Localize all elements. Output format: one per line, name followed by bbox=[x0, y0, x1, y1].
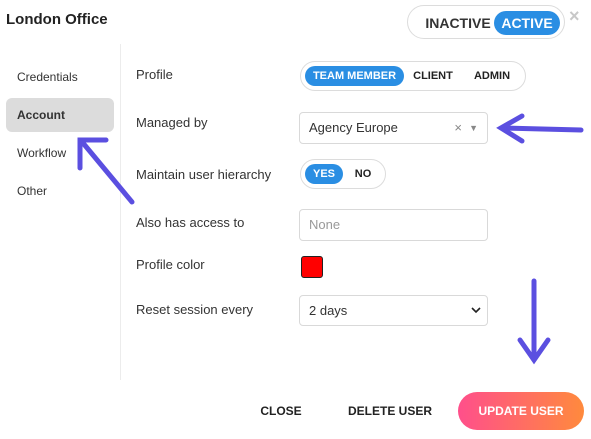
profile-option-client[interactable]: CLIENT bbox=[407, 66, 459, 86]
sidebar: Credentials Account Workflow Other bbox=[0, 44, 121, 380]
session-select[interactable]: 2 days bbox=[299, 295, 488, 326]
managed-by-label: Managed by bbox=[136, 115, 208, 130]
profile-option-team-member[interactable]: TEAM MEMBER bbox=[305, 66, 404, 86]
access-label: Also has access to bbox=[136, 215, 245, 230]
page-title: London Office bbox=[6, 11, 108, 28]
sidebar-item-workflow[interactable]: Workflow bbox=[6, 136, 114, 170]
sidebar-item-account[interactable]: Account bbox=[6, 98, 114, 132]
clear-icon[interactable]: × bbox=[454, 113, 462, 143]
caret-down-icon[interactable]: ▼ bbox=[469, 113, 478, 143]
status-inactive-option[interactable]: INACTIVE bbox=[416, 11, 500, 35]
dialog-header: London Office INACTIVE ACTIVE × bbox=[0, 0, 591, 44]
hierarchy-option-yes[interactable]: YES bbox=[305, 164, 343, 184]
profile-label: Profile bbox=[136, 67, 173, 82]
status-active-option[interactable]: ACTIVE bbox=[494, 11, 560, 35]
close-button[interactable]: CLOSE bbox=[258, 404, 304, 418]
hierarchy-option-no[interactable]: NO bbox=[345, 164, 381, 184]
managed-by-select[interactable]: Agency Europe × ▼ bbox=[299, 112, 488, 144]
status-toggle[interactable]: INACTIVE ACTIVE bbox=[407, 5, 565, 39]
profile-color-swatch[interactable] bbox=[301, 256, 323, 278]
access-placeholder: None bbox=[309, 217, 341, 232]
access-input[interactable]: None bbox=[299, 209, 488, 241]
sidebar-item-credentials[interactable]: Credentials bbox=[6, 60, 114, 94]
delete-user-button[interactable]: DELETE USER bbox=[346, 404, 434, 418]
profile-option-admin[interactable]: ADMIN bbox=[463, 66, 521, 86]
update-user-button[interactable]: UPDATE USER bbox=[458, 392, 584, 430]
color-label: Profile color bbox=[136, 257, 205, 272]
managed-by-value: Agency Europe bbox=[309, 120, 398, 135]
sidebar-item-other[interactable]: Other bbox=[6, 174, 114, 208]
session-value: 2 days bbox=[309, 303, 348, 318]
hierarchy-label: Maintain user hierarchy bbox=[136, 167, 272, 182]
chevron-down-icon bbox=[471, 307, 481, 314]
account-form: Profile TEAM MEMBER CLIENT ADMIN Managed… bbox=[121, 44, 591, 380]
close-icon[interactable]: × bbox=[569, 6, 580, 26]
profile-selector[interactable]: TEAM MEMBER CLIENT ADMIN bbox=[300, 61, 526, 91]
session-label: Reset session every bbox=[136, 302, 254, 317]
hierarchy-toggle[interactable]: YES NO bbox=[300, 159, 386, 189]
